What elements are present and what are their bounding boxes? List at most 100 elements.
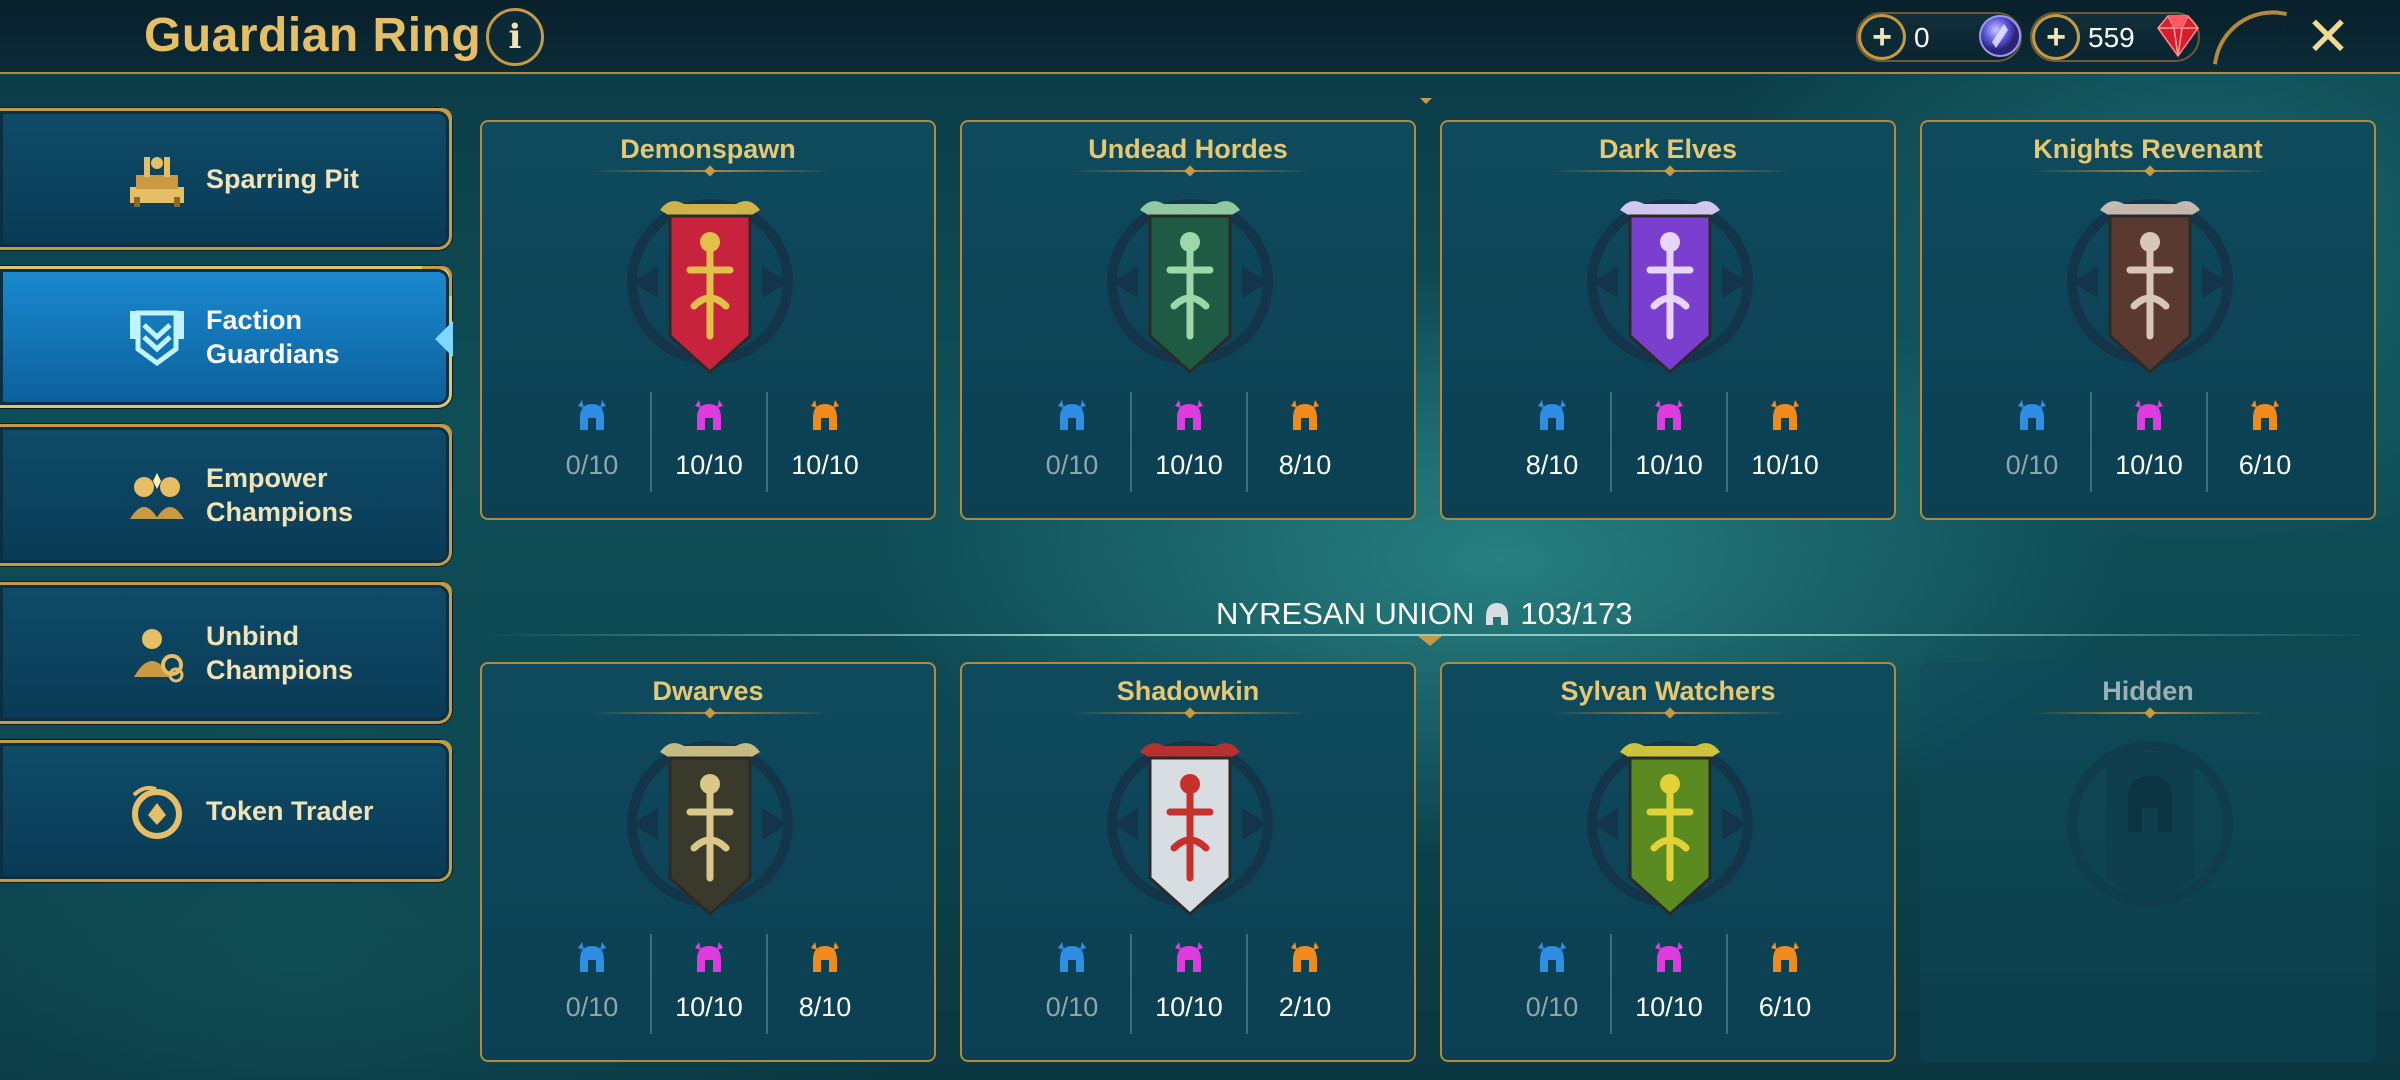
faction-name: Hidden xyxy=(2102,676,2194,706)
union-label: NYRESAN UNION 103/173 xyxy=(1216,596,1632,632)
stat-epic: 10/10 xyxy=(1610,392,1726,492)
stat-epic: 10/10 xyxy=(1610,934,1726,1034)
epic-helmet-icon xyxy=(2092,396,2206,436)
stat-epic: 10/10 xyxy=(1130,934,1246,1034)
currency-tokens: + 0 xyxy=(1856,12,2022,62)
card-divider xyxy=(1070,170,1310,172)
faction-card-knights-revenant[interactable]: Knights Revenant 0/10 10/10 6/10 xyxy=(1920,120,2376,520)
stat-value: 8/10 xyxy=(798,992,852,1022)
card-divider xyxy=(1070,712,1310,714)
card-divider xyxy=(1550,712,1790,714)
epic-helmet-icon xyxy=(652,938,766,978)
currency-gems: + 559 xyxy=(2030,12,2200,62)
stat-epic: 10/10 xyxy=(2090,392,2206,492)
faction-stats: 0/10 10/10 8/10 xyxy=(962,392,1414,492)
sparring-pit-icon xyxy=(130,157,184,207)
faction-stats: 8/10 10/10 10/10 xyxy=(1442,392,1894,492)
scroll-caret-icon xyxy=(1420,98,1432,104)
helmet-icon xyxy=(1486,603,1509,625)
empower-champions-icon xyxy=(130,473,184,519)
stat-rare: 0/10 xyxy=(1014,392,1130,492)
union-name: NYRESAN UNION xyxy=(1216,596,1475,631)
stat-legendary: 6/10 xyxy=(1726,934,1842,1034)
add-gems-button[interactable]: + xyxy=(2032,14,2080,60)
faction-name: Sylvan Watchers xyxy=(1560,676,1776,706)
legendary-helmet-icon xyxy=(1248,396,1362,436)
faction-card-undead-hordes[interactable]: Undead Hordes 0/10 10/10 8/10 xyxy=(960,120,1416,520)
sidebar-item-label: Empower Champions xyxy=(206,463,354,527)
stat-value: 10/10 xyxy=(2115,450,2183,480)
tokens-value: 0 xyxy=(1914,22,1930,53)
legendary-helmet-icon xyxy=(2208,396,2322,436)
stat-legendary: 10/10 xyxy=(1726,392,1842,492)
page-title: Guardian Ring xyxy=(144,9,482,62)
stat-value: 8/10 xyxy=(1278,450,1332,480)
stat-value: 8/10 xyxy=(1525,450,1579,480)
sidebar-item-label: Token Trader xyxy=(206,796,374,826)
stat-rare: 0/10 xyxy=(1014,934,1130,1034)
stat-value: 0/10 xyxy=(565,450,619,480)
sidebar-item-token-trader[interactable]: Token Trader xyxy=(0,740,452,882)
card-divider xyxy=(2030,712,2270,714)
faction-name: Knights Revenant xyxy=(2033,134,2263,164)
rare-helmet-icon xyxy=(534,938,650,978)
epic-helmet-icon xyxy=(1132,396,1246,436)
info-icon[interactable]: i xyxy=(486,8,544,66)
stat-epic: 10/10 xyxy=(650,934,766,1034)
faction-name: Dark Elves xyxy=(1598,134,1738,164)
faction-card-dwarves[interactable]: Dwarves 0/10 10/10 8/10 xyxy=(480,662,936,1062)
legendary-helmet-icon xyxy=(768,396,882,436)
add-tokens-button[interactable]: + xyxy=(1858,14,1906,60)
stat-rare: 0/10 xyxy=(534,392,650,492)
sidebar-item-faction-guardians[interactable]: Faction Guardians xyxy=(0,266,453,408)
rare-helmet-icon xyxy=(534,396,650,436)
union-progress: 103/173 xyxy=(1520,596,1633,631)
faction-card-sylvan-watchers[interactable]: Sylvan Watchers 0/10 10/10 6/10 xyxy=(1440,662,1896,1062)
stat-value: 0/10 xyxy=(1045,450,1099,480)
legendary-helmet-icon xyxy=(1248,938,1362,978)
sidebar-item-label: Unbind Champions xyxy=(206,621,354,685)
faction-stats: 0/10 10/10 6/10 xyxy=(1922,392,2374,492)
blue-token-icon xyxy=(1979,15,2021,57)
sidebar-item-sparring-pit[interactable]: Sparring Pit xyxy=(0,108,452,250)
stat-value: 10/10 xyxy=(1155,992,1223,1022)
union-progress-bar: NYRESAN UNION 103/173 xyxy=(480,596,2380,646)
stat-legendary: 8/10 xyxy=(1246,392,1362,492)
faction-name: Shadowkin xyxy=(1116,676,1260,706)
rare-helmet-icon xyxy=(1014,396,1130,436)
top-bar: Guardian Ring i + 0 + 559 ✕ xyxy=(0,0,2400,76)
stat-value: 10/10 xyxy=(791,450,859,480)
faction-name: Dwarves xyxy=(652,676,764,706)
card-divider xyxy=(590,712,830,714)
faction-card-demonspawn[interactable]: Demonspawn 0/10 10/10 10/10 xyxy=(480,120,936,520)
stat-value: 10/10 xyxy=(1155,450,1223,480)
stat-rare: 0/10 xyxy=(1494,934,1610,1034)
legendary-helmet-icon xyxy=(768,938,882,978)
faction-name: Undead Hordes xyxy=(1088,134,1288,164)
faction-stats: 0/10 10/10 10/10 xyxy=(482,392,934,492)
stat-value: 0/10 xyxy=(2005,450,2059,480)
stat-value: 0/10 xyxy=(1525,992,1579,1022)
sidebar-item-empower-champions[interactable]: Empower Champions xyxy=(0,424,452,566)
faction-card-shadowkin[interactable]: Shadowkin 0/10 10/10 2/10 xyxy=(960,662,1416,1062)
stat-value: 0/10 xyxy=(565,992,619,1022)
epic-helmet-icon xyxy=(1132,938,1246,978)
stat-rare: 0/10 xyxy=(534,934,650,1034)
rare-helmet-icon xyxy=(1494,396,1610,436)
stat-value: 6/10 xyxy=(2238,450,2292,480)
token-trader-icon xyxy=(132,785,182,839)
epic-helmet-icon xyxy=(1612,938,1726,978)
stat-rare: 0/10 xyxy=(1974,392,2090,492)
faction-card-dark-elves[interactable]: Dark Elves 8/10 10/10 10/10 xyxy=(1440,120,1896,520)
active-indicator-icon xyxy=(435,321,453,357)
stat-legendary: 8/10 xyxy=(766,934,882,1034)
stat-value: 10/10 xyxy=(1751,450,1819,480)
card-divider xyxy=(2030,170,2270,172)
gems-value: 559 xyxy=(2088,22,2135,53)
stat-epic: 10/10 xyxy=(1130,392,1246,492)
faction-card-hidden[interactable]: Hidden xyxy=(1920,662,2376,1062)
sidebar-item-unbind-champions[interactable]: Unbind Champions xyxy=(0,582,452,724)
stat-value: 10/10 xyxy=(675,450,743,480)
close-icon[interactable]: ✕ xyxy=(2298,6,2358,67)
stat-epic: 10/10 xyxy=(650,392,766,492)
